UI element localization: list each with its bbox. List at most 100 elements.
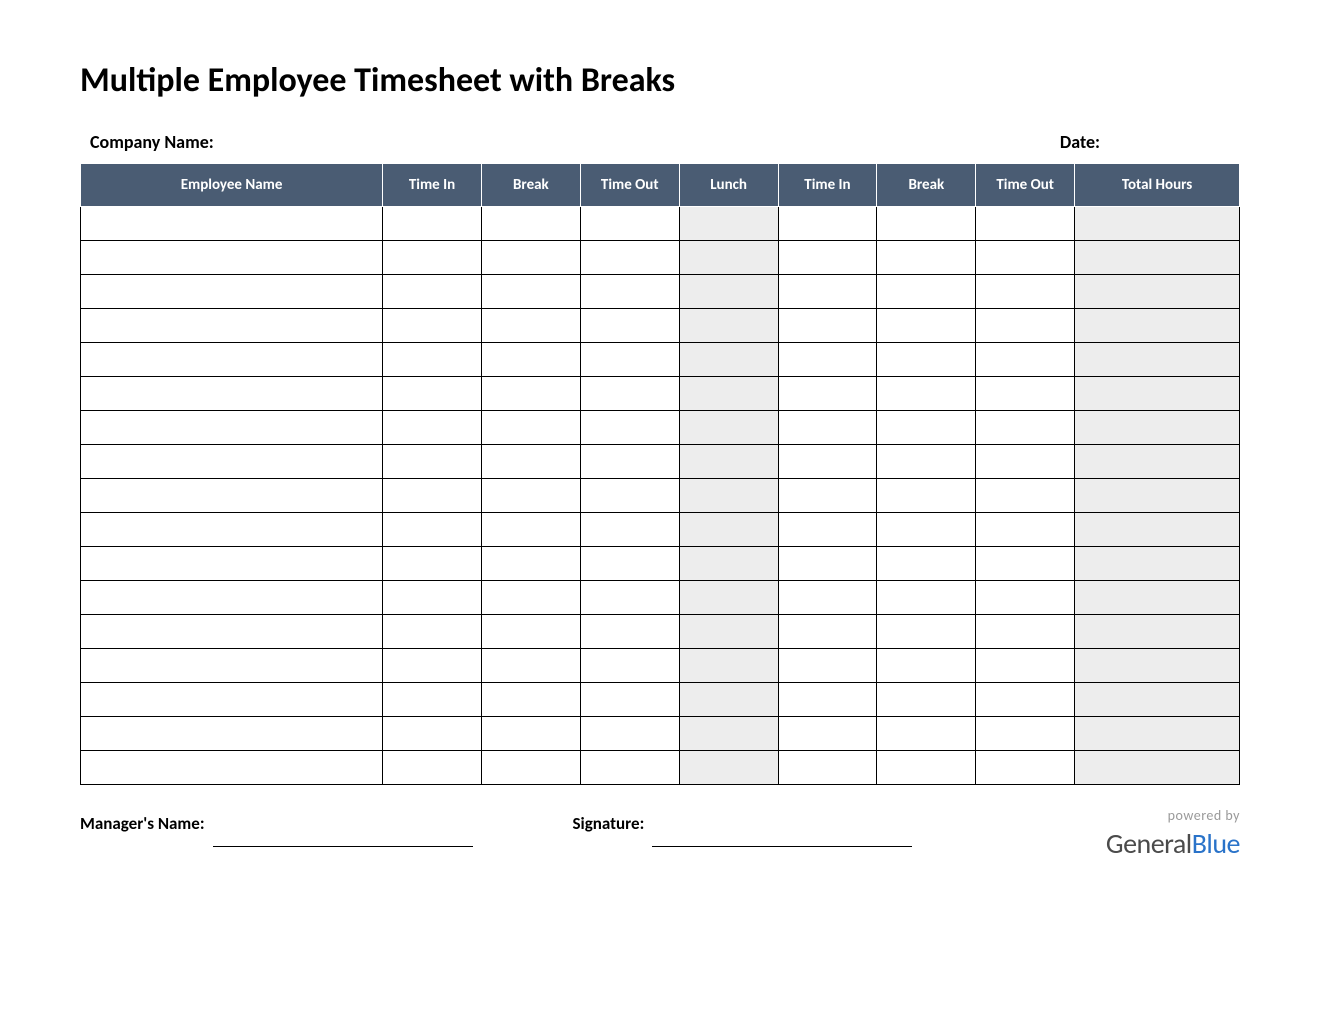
cell[interactable] [81,445,383,479]
cell[interactable] [383,513,482,547]
cell[interactable] [580,377,679,411]
cell[interactable] [1075,445,1240,479]
cell[interactable] [81,649,383,683]
cell[interactable] [877,343,976,377]
cell[interactable] [481,275,580,309]
cell[interactable] [877,445,976,479]
cell[interactable] [383,479,482,513]
cell[interactable] [778,309,877,343]
cell[interactable] [1075,241,1240,275]
cell[interactable] [778,717,877,751]
cell[interactable] [481,411,580,445]
cell[interactable] [580,479,679,513]
cell[interactable] [481,377,580,411]
cell[interactable] [81,683,383,717]
signature-line[interactable] [652,819,912,847]
cell[interactable] [481,615,580,649]
cell[interactable] [580,581,679,615]
cell[interactable] [81,343,383,377]
cell[interactable] [81,547,383,581]
cell[interactable] [1075,751,1240,785]
cell[interactable] [383,751,482,785]
cell[interactable] [1075,547,1240,581]
cell[interactable] [1075,411,1240,445]
cell[interactable] [976,411,1075,445]
cell[interactable] [778,683,877,717]
cell[interactable] [481,445,580,479]
cell[interactable] [976,479,1075,513]
cell[interactable] [778,751,877,785]
cell[interactable] [81,479,383,513]
cell[interactable] [383,615,482,649]
cell[interactable] [580,275,679,309]
cell[interactable] [580,343,679,377]
cell[interactable] [1075,343,1240,377]
cell[interactable] [481,581,580,615]
cell[interactable] [877,309,976,343]
cell[interactable] [778,581,877,615]
cell[interactable] [976,717,1075,751]
cell[interactable] [778,615,877,649]
cell[interactable] [1075,275,1240,309]
cell[interactable] [877,377,976,411]
cell[interactable] [679,343,778,377]
cell[interactable] [81,241,383,275]
cell[interactable] [778,343,877,377]
cell[interactable] [1075,649,1240,683]
cell[interactable] [877,615,976,649]
cell[interactable] [679,309,778,343]
cell[interactable] [1075,207,1240,241]
cell[interactable] [976,377,1075,411]
cell[interactable] [81,581,383,615]
cell[interactable] [383,275,482,309]
cell[interactable] [81,717,383,751]
cell[interactable] [81,615,383,649]
cell[interactable] [976,309,1075,343]
cell[interactable] [383,207,482,241]
cell[interactable] [481,683,580,717]
cell[interactable] [580,683,679,717]
cell[interactable] [481,343,580,377]
cell[interactable] [976,343,1075,377]
cell[interactable] [679,241,778,275]
cell[interactable] [679,649,778,683]
cell[interactable] [481,513,580,547]
cell[interactable] [383,649,482,683]
cell[interactable] [383,309,482,343]
cell[interactable] [679,717,778,751]
cell[interactable] [877,207,976,241]
cell[interactable] [1075,377,1240,411]
cell[interactable] [580,649,679,683]
cell[interactable] [679,377,778,411]
cell[interactable] [976,207,1075,241]
cell[interactable] [778,275,877,309]
cell[interactable] [383,377,482,411]
cell[interactable] [679,581,778,615]
cell[interactable] [580,615,679,649]
cell[interactable] [877,717,976,751]
cell[interactable] [976,547,1075,581]
cell[interactable] [778,241,877,275]
cell[interactable] [976,513,1075,547]
cell[interactable] [679,513,778,547]
cell[interactable] [1075,615,1240,649]
cell[interactable] [679,547,778,581]
cell[interactable] [1075,581,1240,615]
cell[interactable] [679,445,778,479]
cell[interactable] [778,649,877,683]
cell[interactable] [679,479,778,513]
cell[interactable] [976,683,1075,717]
cell[interactable] [383,411,482,445]
cell[interactable] [81,309,383,343]
cell[interactable] [778,513,877,547]
cell[interactable] [679,751,778,785]
cell[interactable] [81,207,383,241]
cell[interactable] [976,751,1075,785]
cell[interactable] [679,615,778,649]
cell[interactable] [877,241,976,275]
cell[interactable] [1075,309,1240,343]
cell[interactable] [81,275,383,309]
cell[interactable] [1075,513,1240,547]
cell[interactable] [383,717,482,751]
cell[interactable] [877,581,976,615]
